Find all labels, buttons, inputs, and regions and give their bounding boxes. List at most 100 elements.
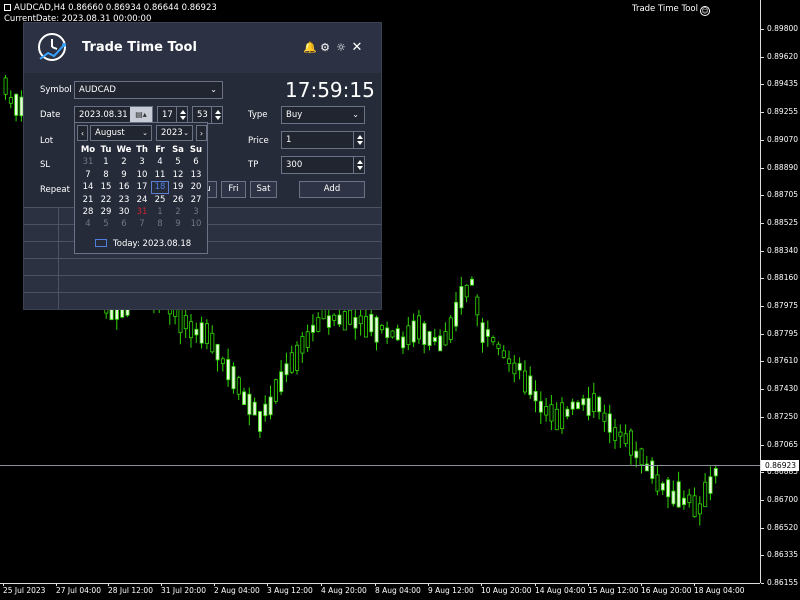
bear-candle bbox=[438, 335, 443, 352]
calendar-day[interactable]: 27 bbox=[187, 194, 205, 206]
bear-candle bbox=[570, 401, 575, 410]
calendar-dropdown-icon[interactable]: ▤▴ bbox=[130, 107, 152, 123]
calendar-day[interactable]: 6 bbox=[115, 218, 133, 230]
bull-candle bbox=[390, 330, 395, 338]
smiley-icon: ☺ bbox=[700, 6, 710, 16]
spin-arrows-icon[interactable] bbox=[353, 132, 364, 148]
gear-icon[interactable]: ⚙ bbox=[319, 42, 331, 54]
bull-candle bbox=[697, 503, 702, 515]
calendar-day[interactable]: 12 bbox=[169, 169, 187, 181]
bull-candle bbox=[189, 321, 194, 339]
bear-candle bbox=[533, 390, 538, 402]
calendar-day[interactable]: 31 bbox=[133, 206, 151, 218]
calendar-day[interactable]: 31 bbox=[79, 156, 97, 168]
bear-candle bbox=[199, 322, 204, 344]
calendar-day[interactable]: 8 bbox=[97, 169, 115, 181]
calendar-day[interactable]: 1 bbox=[97, 156, 115, 168]
time-tick-label: 3 Aug 12:00 bbox=[267, 583, 313, 595]
calendar-day[interactable]: 8 bbox=[151, 218, 169, 230]
calendar-day[interactable]: 25 bbox=[151, 194, 169, 206]
close-icon[interactable]: ✕ bbox=[351, 41, 363, 54]
bull-candle bbox=[342, 311, 347, 331]
calendar-day[interactable]: 23 bbox=[115, 194, 133, 206]
calendar-day[interactable]: 15 bbox=[97, 181, 115, 193]
sat-button[interactable]: Sat bbox=[250, 181, 277, 198]
calendar-day[interactable]: 26 bbox=[169, 194, 187, 206]
calendar-day[interactable]: 17 bbox=[133, 181, 151, 193]
bull-candle bbox=[236, 377, 241, 395]
time-axis[interactable]: 25 Jul 2023 27 Jul 04:00 28 Jul 12:00 31 Ju… bbox=[0, 583, 760, 600]
bull-candle bbox=[305, 331, 310, 348]
calendar-day[interactable]: 3 bbox=[187, 206, 205, 218]
calendar-day[interactable]: 22 bbox=[97, 194, 115, 206]
calendar-day[interactable]: 4 bbox=[79, 218, 97, 230]
calendar-day[interactable]: 5 bbox=[169, 156, 187, 168]
bear-candle bbox=[459, 286, 464, 309]
calendar-day[interactable]: 20 bbox=[187, 181, 205, 193]
bear-candle bbox=[231, 366, 236, 390]
add-button[interactable]: Add bbox=[299, 181, 365, 198]
calendar-day[interactable]: 3 bbox=[133, 156, 151, 168]
calendar-day[interactable]: 10 bbox=[187, 218, 205, 230]
year-select[interactable]: 2023 ⌄ bbox=[156, 125, 193, 141]
calendar-day[interactable]: 9 bbox=[169, 218, 187, 230]
calendar-day[interactable]: 10 bbox=[133, 169, 151, 181]
calendar-day[interactable]: 13 bbox=[187, 169, 205, 181]
tp-label: TP bbox=[248, 160, 259, 170]
calendar-day[interactable]: 6 bbox=[187, 156, 205, 168]
calendar-day[interactable]: 2 bbox=[115, 156, 133, 168]
time-tick-label: 31 Jul 20:00 bbox=[161, 583, 206, 595]
calendar-day[interactable]: 16 bbox=[115, 181, 133, 193]
today-link[interactable]: Today: 2023.08.18 bbox=[95, 239, 191, 249]
bear-candle bbox=[395, 328, 400, 341]
calendar-day[interactable]: 1 bbox=[151, 206, 169, 218]
calendar-day[interactable]: 18 bbox=[151, 181, 169, 194]
bull-candle bbox=[289, 352, 294, 373]
next-month-chevron-icon[interactable]: › bbox=[196, 125, 207, 141]
calendar-day[interactable]: 14 bbox=[79, 181, 97, 193]
price-tick-text: 0.87795 bbox=[767, 328, 799, 338]
calendar-day[interactable]: 21 bbox=[79, 194, 97, 206]
price-stepper[interactable]: 1 bbox=[281, 131, 365, 149]
chart-symbol-icon bbox=[4, 4, 11, 11]
type-select[interactable]: Buy ⌄ bbox=[281, 106, 365, 124]
calendar-day[interactable]: 24 bbox=[133, 194, 151, 206]
symbol-select[interactable]: AUDCAD ⌄ bbox=[74, 81, 223, 99]
bull-candle bbox=[512, 362, 517, 375]
spin-arrows-icon[interactable] bbox=[176, 107, 187, 123]
month-select[interactable]: August ⌄ bbox=[90, 125, 152, 141]
fri-button[interactable]: Fri bbox=[221, 181, 246, 198]
bull-candle bbox=[210, 332, 215, 353]
calendar-day[interactable]: 29 bbox=[97, 206, 115, 218]
bear-candle bbox=[432, 337, 437, 342]
sun-icon[interactable]: ☼ bbox=[335, 42, 347, 54]
spin-arrows-icon[interactable] bbox=[211, 107, 222, 123]
calendar-day[interactable]: 28 bbox=[79, 206, 97, 218]
bull-candle bbox=[687, 494, 692, 504]
price-tick-text: 0.86335 bbox=[767, 550, 799, 560]
calendar-day[interactable]: 11 bbox=[151, 169, 169, 181]
calendar-day[interactable]: 7 bbox=[79, 169, 97, 181]
calendar-day[interactable]: 4 bbox=[151, 156, 169, 168]
price-tick-text: 0.88705 bbox=[767, 190, 799, 200]
calendar-day[interactable]: 9 bbox=[115, 169, 133, 181]
bear-candle bbox=[713, 468, 718, 477]
price-axis[interactable]: 0.89800 0.89620 0.89435 0.89255 0.89070 0.888… bbox=[760, 0, 800, 587]
calendar-day[interactable]: 19 bbox=[169, 181, 187, 193]
bull-candle bbox=[544, 406, 549, 416]
time-tick-label: 4 Aug 20:00 bbox=[321, 583, 367, 595]
calendar-day[interactable]: 2 bbox=[169, 206, 187, 218]
tp-stepper[interactable]: 300 bbox=[281, 156, 365, 174]
calendar-day[interactable]: 7 bbox=[133, 218, 151, 230]
calendar-day[interactable]: 30 bbox=[115, 206, 133, 218]
panel-header[interactable]: Trade Time Tool 🔔 ⚙ ☼ ✕ bbox=[24, 23, 381, 73]
prev-month-chevron-icon[interactable]: ‹ bbox=[77, 125, 88, 141]
spin-arrows-icon[interactable] bbox=[353, 157, 364, 173]
bear-candle bbox=[337, 314, 342, 325]
date-label: Date bbox=[40, 110, 61, 120]
bear-candle bbox=[422, 322, 427, 345]
date-picker-popup[interactable]: ‹ August ⌄ 2023 ⌄ › Mo Tu We Th Fr Sa Su 3… bbox=[74, 122, 208, 254]
time-tick-label: 25 Jul 2023 bbox=[3, 583, 46, 595]
bell-icon[interactable]: 🔔 bbox=[303, 42, 317, 54]
calendar-day[interactable]: 5 bbox=[97, 218, 115, 230]
